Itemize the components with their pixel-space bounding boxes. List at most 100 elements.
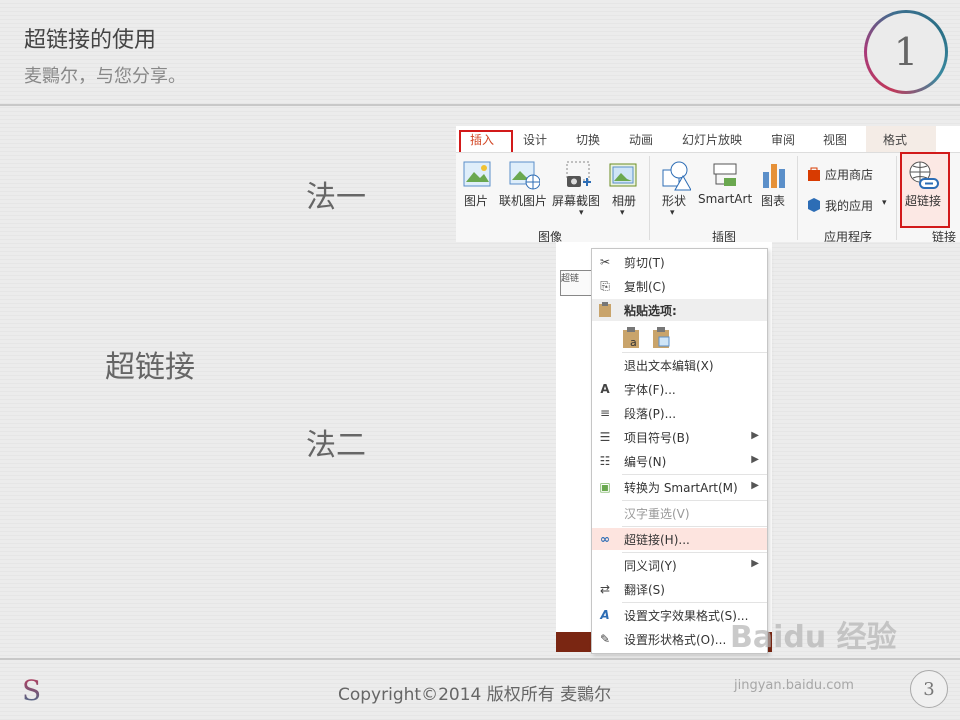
menu-item-hyperlink[interactable]: ∞ 超链接(H)... — [592, 528, 767, 550]
menu-item-label: 汉字重选(V) — [624, 507, 690, 521]
tab-review[interactable]: 审阅 — [771, 131, 795, 148]
page-number: 3 — [910, 670, 948, 708]
menu-separator — [622, 602, 767, 603]
my-apps-button[interactable]: 我的应用 — [825, 197, 873, 214]
online-picture-icon[interactable] — [508, 160, 540, 190]
slide-subtitle: 麦䴉尔，与您分享。 — [24, 66, 186, 87]
my-apps-icon[interactable] — [806, 197, 822, 213]
number-badge-text: 1 — [867, 13, 945, 91]
font-icon: A — [600, 382, 610, 396]
menu-item-label: 同义词(Y) — [624, 559, 677, 573]
album-button[interactable]: 相册 — [612, 192, 636, 209]
number-badge: 1 — [864, 10, 948, 94]
shapes-button[interactable]: 形状 — [662, 192, 686, 209]
menu-separator — [622, 352, 767, 353]
submenu-arrow-icon: ▶ — [751, 430, 759, 441]
baidu-watermark: Baidu 经验 — [730, 620, 897, 655]
text-effects-icon: A — [600, 608, 610, 622]
method-two-label: 法二 — [306, 428, 366, 463]
picture-icon[interactable] — [462, 160, 492, 190]
hyperlink-button[interactable]: 超链接 — [905, 192, 941, 209]
paste-keep-text-icon[interactable]: a — [622, 327, 642, 349]
smartart-icon[interactable] — [710, 160, 740, 190]
selected-textbox-text: 超链 — [561, 274, 580, 284]
submenu-arrow-icon: ▶ — [751, 454, 759, 465]
smartart-button[interactable]: SmartArt — [698, 192, 752, 206]
store-button[interactable]: 应用商店 — [825, 166, 873, 183]
shape-format-icon: ✎ — [599, 632, 611, 646]
slide-title: 超链接的使用 — [24, 28, 157, 53]
store-icon[interactable] — [806, 166, 822, 182]
menu-item-convert-smartart[interactable]: ▣ 转换为 SmartArt(M) ▶ — [592, 476, 767, 498]
album-dropdown-arrow[interactable]: ▾ — [620, 208, 625, 218]
menu-item-font[interactable]: A 字体(F)... — [592, 378, 767, 400]
screenshot-icon[interactable] — [561, 160, 593, 190]
group-separator — [797, 156, 798, 240]
tab-insert[interactable]: 插入 — [470, 131, 494, 148]
baidu-watermark-url: jingyan.baidu.com — [734, 678, 854, 693]
screenshot-button[interactable]: 屏幕截图 — [552, 192, 600, 209]
online-picture-button[interactable]: 联机图片 — [499, 192, 547, 209]
hyperlink-globe-icon[interactable] — [906, 159, 940, 193]
menu-item-copy[interactable]: ⎘ 复制(C) — [592, 275, 767, 297]
scissors-icon: ✂ — [599, 255, 611, 269]
menu-item-translate[interactable]: ⇄ 翻译(S) — [592, 578, 767, 600]
svg-text:a: a — [630, 336, 637, 349]
menu-separator — [622, 552, 767, 553]
group-label-images: 图像 — [538, 230, 563, 242]
paste-option-buttons: a — [592, 323, 767, 351]
tab-view[interactable]: 视图 — [823, 131, 847, 148]
menu-paste-options-header: 粘贴选项: — [592, 299, 767, 321]
chart-icon[interactable] — [760, 160, 788, 190]
tab-transitions[interactable]: 切换 — [576, 131, 600, 148]
footer-logo: S — [22, 674, 42, 707]
menu-item-cut[interactable]: ✂ 剪切(T) — [592, 251, 767, 273]
menu-item-label: 转换为 SmartArt(M) — [624, 481, 738, 495]
paragraph-icon: ≡ — [599, 406, 611, 420]
menu-item-paragraph[interactable]: ≡ 段落(P)... — [592, 402, 767, 424]
menu-item-label: 设置形状格式(O)... — [624, 633, 727, 647]
album-icon[interactable] — [608, 160, 640, 190]
tab-design[interactable]: 设计 — [523, 131, 547, 148]
menu-item-numbering[interactable]: ☷ 编号(N) ▶ — [592, 450, 767, 472]
submenu-arrow-icon: ▶ — [751, 558, 759, 569]
method-one-label: 法一 — [306, 180, 366, 215]
hyperlink-icon: ∞ — [600, 532, 610, 546]
group-label-apps: 应用程序 — [824, 230, 873, 242]
paste-icon — [597, 302, 613, 318]
copy-icon: ⎘ — [600, 279, 610, 293]
smartart-icon: ▣ — [599, 480, 611, 494]
tab-slideshow[interactable]: 幻灯片放映 — [682, 131, 742, 148]
paste-picture-icon[interactable] — [652, 327, 672, 349]
my-apps-dropdown-arrow[interactable]: ▾ — [882, 198, 887, 208]
group-label-illustrations: 插图 — [712, 230, 737, 242]
shapes-dropdown-arrow[interactable]: ▾ — [670, 208, 675, 218]
ribbon-tabs: 插入 设计 切换 动画 幻灯片放映 审阅 视图 格式 — [456, 126, 960, 156]
ribbon-screenshot: 插入 设计 切换 动画 幻灯片放映 审阅 视图 格式 图片 联机图片 屏幕截图 … — [456, 126, 960, 242]
screenshot-dropdown-arrow[interactable]: ▾ — [579, 208, 584, 218]
chart-button[interactable]: 图表 — [761, 192, 785, 209]
tab-animations[interactable]: 动画 — [629, 131, 653, 148]
menu-item-label: 编号(N) — [624, 455, 667, 469]
group-separator — [649, 156, 650, 240]
menu-item-synonyms[interactable]: 同义词(Y) ▶ — [592, 554, 767, 576]
bullets-icon: ☰ — [599, 430, 611, 444]
menu-item-bullets[interactable]: ☰ 项目符号(B) ▶ — [592, 426, 767, 448]
translate-icon: ⇄ — [599, 582, 611, 596]
menu-item-label: 段落(P)... — [624, 407, 677, 421]
context-menu: ✂ 剪切(T) ⎘ 复制(C) 粘贴选项: a 退出文本编辑(X) A 字体(F… — [591, 248, 768, 654]
menu-item-label: 翻译(S) — [624, 583, 665, 597]
footer-divider — [0, 658, 960, 660]
hyperlink-heading: 超链接 — [105, 350, 195, 385]
group-label-links: 链接 — [932, 230, 957, 242]
menu-item-label: 退出文本编辑(X) — [624, 359, 714, 373]
menu-item-exit-text-edit[interactable]: 退出文本编辑(X) — [592, 354, 767, 376]
shapes-icon[interactable] — [661, 160, 691, 192]
menu-item-label: 字体(F)... — [624, 383, 676, 397]
menu-item-label: 超链接(H)... — [624, 533, 690, 547]
tab-format[interactable]: 格式 — [883, 131, 907, 148]
numbering-icon: ☷ — [599, 454, 611, 468]
picture-button[interactable]: 图片 — [464, 192, 488, 209]
copyright-text: Copyright©2014 版权所有 麦䴉尔 — [338, 685, 612, 705]
menu-item-reconversion[interactable]: 汉字重选(V) — [592, 502, 767, 524]
